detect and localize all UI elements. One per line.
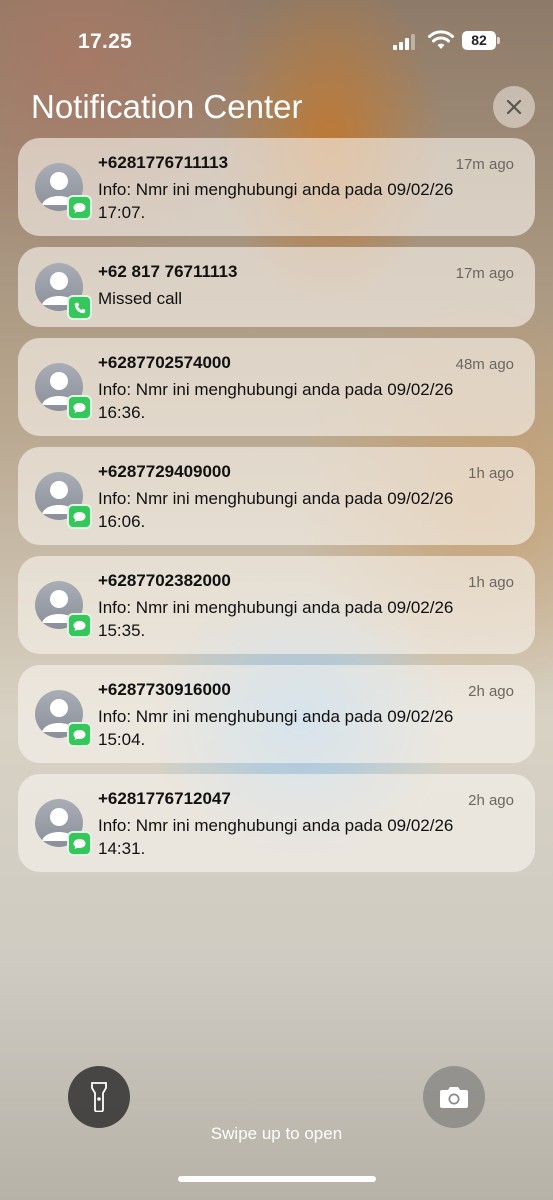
flashlight-icon	[91, 1082, 107, 1112]
battery-terminal	[497, 37, 500, 44]
notification-center-title: Notification Center	[31, 88, 303, 125]
message-icon	[67, 504, 92, 529]
close-icon	[506, 99, 522, 115]
notification-body-line: 15:04.	[98, 730, 146, 749]
notification-body: Info: Nmr ini menghubungi anda pada 09/0…	[98, 596, 518, 642]
notification-body-line: Info: Nmr ini menghubungi anda pada 09/0…	[98, 816, 454, 835]
notification-body-line: 16:36.	[98, 403, 146, 422]
message-icon	[67, 831, 92, 856]
notification-item[interactable]: +6287729409000 1h ago Info: Nmr ini meng…	[18, 447, 535, 545]
notification-body: Info: Nmr ini menghubungi anda pada 09/0…	[98, 814, 518, 860]
notification-body-line: Info: Nmr ini menghubungi anda pada 09/0…	[98, 489, 454, 508]
notification-sender: +6287730916000	[98, 680, 231, 699]
status-bar: 17.25 82	[0, 0, 553, 80]
message-icon	[67, 395, 92, 420]
notification-body-line: 17:07.	[98, 203, 146, 222]
notification-body-line: Info: Nmr ini menghubungi anda pada 09/0…	[98, 707, 454, 726]
notification-body-line: 16:06.	[98, 512, 146, 531]
flashlight-button[interactable]	[68, 1066, 130, 1128]
home-indicator[interactable]	[178, 1176, 376, 1182]
notification-body-line: Info: Nmr ini menghubungi anda pada 09/0…	[98, 598, 454, 617]
notification-time: 17m ago	[455, 265, 514, 282]
notification-body: Info: Nmr ini menghubungi anda pada 09/0…	[98, 705, 518, 751]
notification-list: +6281776711113 17m ago Info: Nmr ini men…	[18, 138, 535, 883]
notification-item[interactable]: +6281776712047 2h ago Info: Nmr ini meng…	[18, 774, 535, 872]
notification-item[interactable]: +6287702382000 1h ago Info: Nmr ini meng…	[18, 556, 535, 654]
notification-body-line: 14:31.	[98, 839, 146, 858]
notification-item[interactable]: +6281776711113 17m ago Info: Nmr ini men…	[18, 138, 535, 236]
notification-sender: +62 817 76711113	[98, 262, 238, 281]
message-icon	[67, 195, 92, 220]
notification-body-line: Info: Nmr ini menghubungi anda pada 09/0…	[98, 380, 454, 399]
notification-time: 48m ago	[455, 356, 514, 373]
clear-notifications-button[interactable]	[493, 86, 535, 128]
notification-body: Missed call	[98, 287, 518, 310]
notification-body-line: Missed call	[98, 289, 183, 308]
notification-item[interactable]: +6287730916000 2h ago Info: Nmr ini meng…	[18, 665, 535, 763]
camera-button[interactable]	[423, 1066, 485, 1128]
notification-item[interactable]: +62 817 76711113 17m ago Missed call	[18, 247, 535, 327]
notification-time: 1h ago	[468, 574, 514, 591]
message-icon	[67, 722, 92, 747]
notification-sender: +6281776712047	[98, 789, 231, 808]
notification-item[interactable]: +6287702574000 48m ago Info: Nmr ini men…	[18, 338, 535, 436]
phone-icon	[67, 295, 92, 320]
swipe-up-hint: Swipe up to open	[210, 1124, 343, 1143]
notification-body-line: 15:35.	[98, 621, 146, 640]
notification-sender: +6287729409000	[98, 462, 231, 481]
notification-time: 17m ago	[455, 156, 514, 173]
notification-sender: +6287702574000	[98, 353, 231, 372]
notification-body: Info: Nmr ini menghubungi anda pada 09/0…	[98, 378, 518, 424]
notification-body: Info: Nmr ini menghubungi anda pada 09/0…	[98, 487, 518, 533]
notification-time: 2h ago	[468, 792, 514, 809]
wifi-icon	[428, 30, 454, 49]
notification-time: 1h ago	[468, 465, 514, 482]
notification-sender: +6287702382000	[98, 571, 231, 590]
notification-sender: +6281776711113	[98, 153, 229, 172]
notification-body-line: Info: Nmr ini menghubungi anda pada 09/0…	[98, 180, 454, 199]
battery-icon: 82	[462, 31, 496, 50]
cellular-signal-icon	[393, 34, 415, 50]
camera-icon	[440, 1087, 468, 1108]
notification-body: Info: Nmr ini menghubungi anda pada 09/0…	[98, 178, 518, 224]
notification-time: 2h ago	[468, 683, 514, 700]
message-icon	[67, 613, 92, 638]
status-time: 17.25	[78, 30, 133, 53]
